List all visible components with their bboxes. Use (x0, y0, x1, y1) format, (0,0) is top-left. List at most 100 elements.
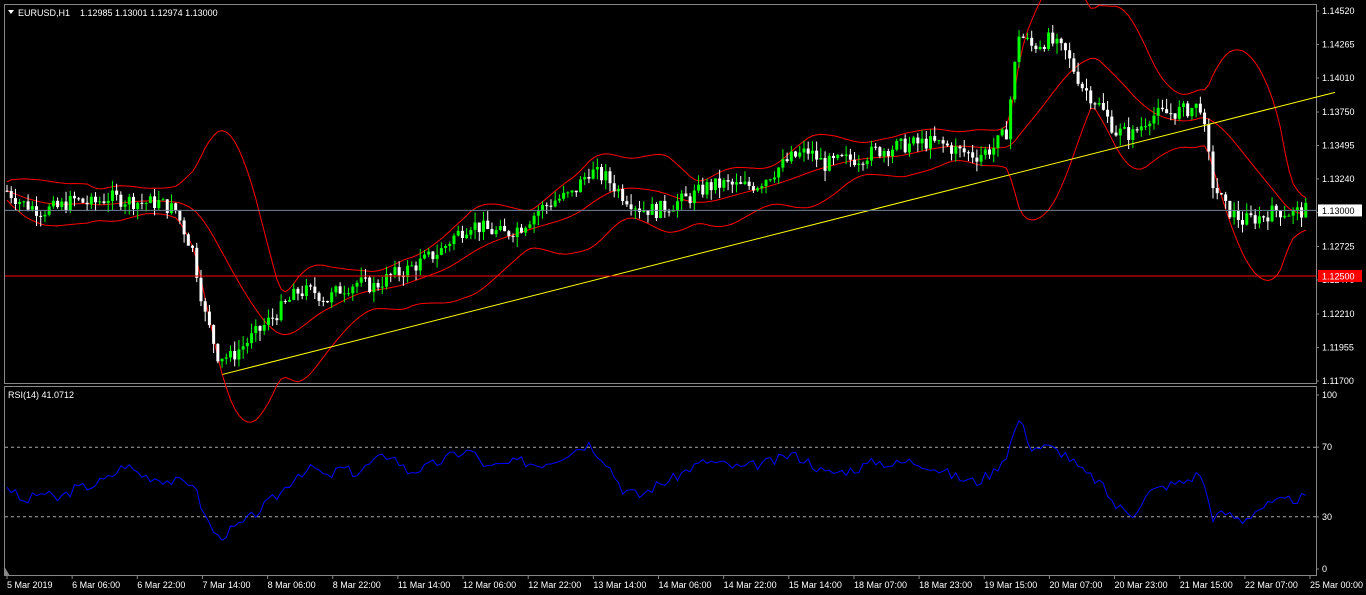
candle-body (1042, 46, 1046, 49)
candle-body (680, 193, 684, 202)
time-tick-label: 5 Mar 2019 (7, 580, 53, 590)
candle-body (928, 136, 932, 149)
candle-body (600, 167, 604, 181)
candle-body (553, 200, 557, 207)
candle-body (1181, 103, 1185, 108)
candle-body (697, 184, 701, 191)
candle-body (174, 203, 178, 211)
candle-body (1144, 126, 1148, 128)
candle-body (136, 202, 140, 210)
candle-body (781, 159, 785, 168)
candle-body (1063, 43, 1067, 51)
candle-body (675, 201, 679, 211)
candle-body (144, 203, 148, 205)
candle-body (891, 149, 895, 157)
candle-body (309, 285, 313, 287)
candle-body (98, 201, 102, 203)
candle-body (979, 154, 983, 162)
candle-body (9, 190, 13, 199)
trading-chart[interactable]: EURUSD,H1 1.12985 1.13001 1.12974 1.1300… (0, 0, 1366, 595)
candle-body (992, 147, 996, 155)
candle-body (313, 286, 317, 294)
candle-body (498, 225, 502, 231)
candle-body (68, 195, 72, 211)
candle-body (186, 234, 190, 246)
candle-body (684, 193, 688, 197)
candle-body (945, 143, 949, 146)
candle-body (1110, 116, 1114, 133)
candle-body (279, 301, 283, 321)
candle-body (325, 300, 329, 303)
candle-body (654, 203, 658, 219)
candle-body (650, 203, 654, 215)
candle-body (659, 200, 663, 219)
chart-ohlc: 1.12985 1.13001 1.12974 1.13000 (80, 8, 218, 18)
candle-body (1148, 123, 1152, 127)
candle-body (72, 195, 76, 199)
price-tick-label: 1.13750 (1322, 107, 1355, 117)
candle-body (1030, 37, 1034, 46)
candle-body (819, 157, 823, 160)
rsi-panel[interactable] (4, 386, 1317, 576)
candle-body (224, 357, 228, 359)
candle-body (178, 210, 182, 221)
candle-body (1080, 83, 1084, 89)
candle-body (482, 220, 486, 233)
candle-body (1257, 216, 1261, 224)
trendline[interactable] (222, 91, 1336, 375)
candle-body (1101, 103, 1105, 110)
rsi-axis[interactable]: 100 70 30 0 (1316, 390, 1337, 574)
candle-body (1203, 112, 1207, 125)
candle-body (1118, 128, 1122, 136)
time-tick-label: 18 Mar 23:00 (919, 580, 972, 590)
candle-body (1241, 220, 1245, 225)
candle-body (148, 196, 152, 204)
candle-body (359, 277, 363, 283)
price-tick-label: 1.14010 (1322, 73, 1355, 83)
candle-body (123, 204, 127, 207)
candle-body (722, 180, 726, 188)
candle-body (1160, 107, 1164, 110)
candle-body (566, 192, 570, 194)
candle-body (578, 179, 582, 193)
candle-body (494, 230, 498, 235)
time-axis[interactable]: 5 Mar 2019 6 Mar 06:00 6 Mar 22:00 7 Mar 14… (6, 576, 1363, 590)
candle-body (1232, 210, 1236, 218)
price-axis[interactable]: 1.14520 1.14265 1.14010 1.13750 1.13495 1.132… (1316, 6, 1355, 386)
candle-body (701, 184, 705, 195)
candle-body (245, 342, 249, 347)
time-tick-label: 22 Mar 07:00 (1245, 580, 1298, 590)
candle-body (1295, 207, 1299, 211)
candle-body (431, 251, 435, 260)
candle-body (861, 163, 865, 165)
candle-body (1038, 46, 1042, 49)
candle-body (633, 208, 637, 210)
price-tick-label: 1.12210 (1322, 309, 1355, 319)
candle-body (503, 225, 507, 232)
time-tick-label: 8 Mar 22:00 (333, 580, 381, 590)
candle-body (342, 293, 346, 295)
candle-body (351, 286, 355, 294)
symbol-menu-triangle-icon[interactable] (8, 10, 14, 14)
candle-body (380, 286, 384, 288)
candle-body (507, 231, 511, 237)
candle-body (406, 265, 410, 278)
candle-body (1228, 200, 1232, 218)
candle-body (64, 201, 68, 211)
candle-body (983, 149, 987, 155)
price-panel[interactable] (4, 4, 1317, 384)
candle-body (266, 317, 270, 326)
candle-body (608, 171, 612, 184)
rsi-tick-label: 0 (1322, 564, 1327, 574)
candle-body (288, 299, 292, 302)
candle-body (1076, 71, 1080, 84)
candle-body (536, 211, 540, 216)
candle-body (1177, 107, 1181, 119)
candle-body (667, 211, 671, 213)
candle-body (250, 333, 254, 343)
candle-body (549, 205, 553, 207)
candle-body (895, 140, 899, 150)
candle-body (882, 151, 886, 157)
candle-body (629, 204, 633, 210)
candle-body (410, 265, 414, 267)
